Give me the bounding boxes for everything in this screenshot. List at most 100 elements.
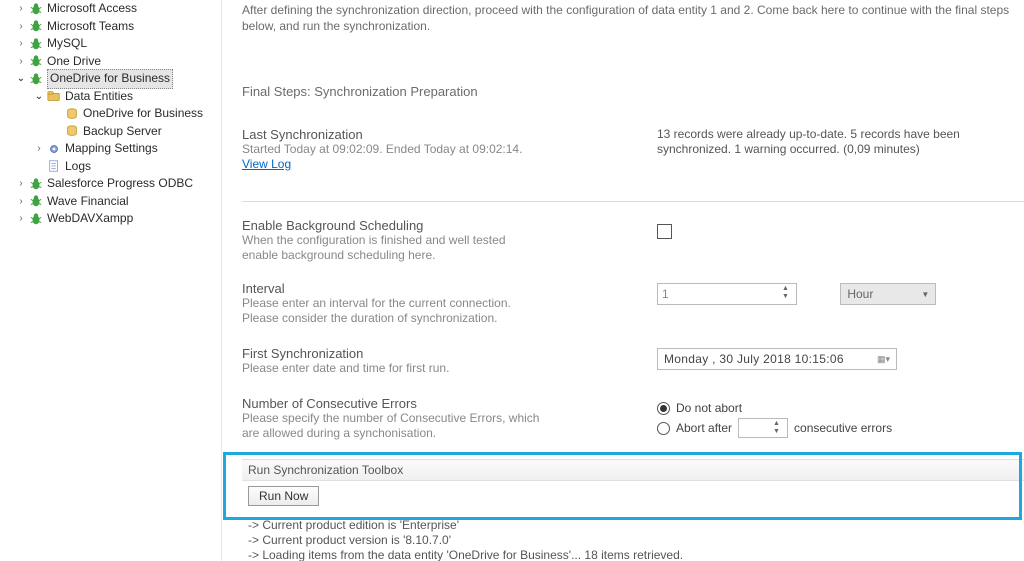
interval-desc2: Please consider the duration of synchron…: [242, 311, 657, 326]
interval-desc1: Please enter an interval for the current…: [242, 296, 657, 311]
tree-item-one-drive[interactable]: › One Drive: [0, 53, 221, 71]
tree-item-label: Logs: [65, 158, 91, 176]
tree-item-label: WebDAVXampp: [47, 210, 133, 228]
intro-text: After defining the synchronization direc…: [242, 0, 1024, 34]
tree-item-salesforce-progress-odbc[interactable]: › Salesforce Progress ODBC: [0, 175, 221, 193]
chevron-down-icon[interactable]: ⌄: [14, 70, 28, 88]
tree-item-label: OneDrive for Business: [83, 105, 203, 123]
bug-icon: [28, 193, 44, 209]
tree-item-microsoft-teams[interactable]: › Microsoft Teams: [0, 18, 221, 36]
disk-icon: [64, 123, 80, 139]
radio-abort-after[interactable]: Abort after ▲▼ consecutive errors: [657, 418, 1024, 438]
bug-icon: [28, 53, 44, 69]
chevron-right-icon[interactable]: ›: [14, 53, 28, 71]
bg-sched-desc2: enable background scheduling here.: [242, 248, 657, 263]
log-line: -> Current product version is '8.10.7.0': [242, 533, 1024, 548]
tree-item-wave-financial[interactable]: › Wave Financial: [0, 193, 221, 211]
disk-icon: [64, 106, 80, 122]
tree-item-label: Data Entities: [65, 88, 133, 106]
chevron-right-icon[interactable]: ›: [14, 18, 28, 36]
tree-item-backup-server[interactable]: Backup Server: [0, 123, 221, 141]
view-log-link[interactable]: View Log: [242, 157, 291, 171]
interval-unit-value: Hour: [847, 287, 921, 301]
first-sync-date-input[interactable]: Monday , 30 July 2018 10:15:06 ▦▾: [657, 348, 897, 370]
chevron-right-icon[interactable]: ›: [14, 193, 28, 211]
radio-do-not-abort[interactable]: Do not abort: [657, 401, 1024, 415]
gear-icon: [46, 141, 62, 157]
tree-item-data-entities[interactable]: ⌄ Data Entities: [0, 88, 221, 106]
errors-desc1: Please specify the number of Consecutive…: [242, 411, 657, 426]
bug-icon: [28, 36, 44, 52]
bug-icon: [28, 18, 44, 34]
page-icon: [46, 158, 62, 174]
interval-heading: Interval: [242, 281, 657, 296]
bg-sched-desc1: When the configuration is finished and w…: [242, 233, 657, 248]
bg-sched-block: Enable Background Scheduling When the co…: [242, 218, 1024, 263]
spinner-icon[interactable]: ▲▼: [782, 285, 794, 301]
chevron-right-icon[interactable]: ›: [14, 175, 28, 193]
first-sync-desc: Please enter date and time for first run…: [242, 361, 657, 376]
last-sync-status: 13 records were already up-to-date. 5 re…: [657, 127, 1024, 157]
last-sync-heading: Last Synchronization: [242, 127, 657, 142]
tree-item-label: Wave Financial: [47, 193, 129, 211]
last-sync-desc: Started Today at 09:02:09. Ended Today a…: [242, 142, 657, 157]
tree-item-onedrive-for-business[interactable]: OneDrive for Business: [0, 105, 221, 123]
interval-value-input[interactable]: 1 ▲▼: [657, 283, 797, 305]
tree-item-logs[interactable]: Logs: [0, 158, 221, 176]
radio-icon: [657, 402, 670, 415]
bug-icon: [28, 176, 44, 192]
main-panel: After defining the synchronization direc…: [222, 0, 1024, 561]
spinner-icon[interactable]: ▲▼: [773, 420, 785, 436]
calendar-dropdown-icon[interactable]: ▦▾: [872, 354, 890, 365]
bug-icon: [28, 211, 44, 227]
radio-label: Do not abort: [676, 401, 742, 415]
radio-label-a: Abort after: [676, 421, 732, 435]
bg-sched-checkbox[interactable]: [657, 224, 672, 239]
chevron-right-icon[interactable]: ›: [14, 35, 28, 53]
bug-icon: [28, 1, 44, 17]
chevron-down-icon: ▼: [921, 290, 929, 299]
tree-item-onedrive-for-business[interactable]: ⌄ OneDrive for Business: [0, 70, 221, 88]
log-line: -> Current product edition is 'Enterpris…: [242, 518, 1024, 533]
log-line: -> Loading items from the data entity 'O…: [242, 548, 1024, 561]
chevron-right-icon[interactable]: ›: [32, 140, 46, 158]
interval-unit-select[interactable]: Hour ▼: [840, 283, 936, 305]
first-sync-block: First Synchronization Please enter date …: [242, 346, 1024, 376]
tree-item-label: One Drive: [47, 53, 101, 71]
first-sync-heading: First Synchronization: [242, 346, 657, 361]
run-now-button[interactable]: Run Now: [248, 486, 319, 506]
tree-item-label: Salesforce Progress ODBC: [47, 175, 193, 193]
tree-item-label: OneDrive for Business: [47, 69, 173, 89]
divider: [242, 201, 1024, 202]
section-title: Final Steps: Synchronization Preparation: [242, 84, 1024, 99]
tree-item-label: Mapping Settings: [65, 140, 158, 158]
errors-block: Number of Consecutive Errors Please spec…: [242, 396, 1024, 441]
tree-item-label: Microsoft Access: [47, 0, 137, 18]
errors-desc2: are allowed during a synchonisation.: [242, 426, 657, 441]
tree-item-mapping-settings[interactable]: › Mapping Settings: [0, 140, 221, 158]
log-output: -> Current product edition is 'Enterpris…: [242, 518, 1024, 561]
interval-block: Interval Please enter an interval for th…: [242, 281, 1024, 326]
tree-item-label: Microsoft Teams: [47, 18, 134, 36]
bug-icon: [28, 71, 44, 87]
toolbox-title: Run Synchronization Toolbox: [242, 459, 1024, 481]
interval-value: 1: [662, 287, 792, 301]
tree-item-microsoft-access[interactable]: › Microsoft Access: [0, 0, 221, 18]
chevron-down-icon[interactable]: ⌄: [32, 88, 46, 106]
errors-heading: Number of Consecutive Errors: [242, 396, 657, 411]
abort-count-input[interactable]: ▲▼: [738, 418, 788, 438]
radio-label-b: consecutive errors: [794, 421, 892, 435]
last-sync-block: Last Synchronization Started Today at 09…: [242, 127, 1024, 171]
bg-sched-heading: Enable Background Scheduling: [242, 218, 657, 233]
radio-icon: [657, 422, 670, 435]
chevron-right-icon[interactable]: ›: [14, 0, 28, 18]
chevron-right-icon[interactable]: ›: [14, 210, 28, 228]
sidebar: ›Microsoft Access›Microsoft Teams›MySQL›…: [0, 0, 222, 561]
tree-item-mysql[interactable]: › MySQL: [0, 35, 221, 53]
tree-item-label: MySQL: [47, 35, 87, 53]
tree-item-label: Backup Server: [83, 123, 162, 141]
tree-item-webdavxampp[interactable]: › WebDAVXampp: [0, 210, 221, 228]
folder-icon: [46, 88, 62, 104]
first-sync-date-value: Monday , 30 July 2018 10:15:06: [664, 352, 872, 366]
run-toolbox: Run Synchronization Toolbox Run Now: [242, 459, 1024, 506]
